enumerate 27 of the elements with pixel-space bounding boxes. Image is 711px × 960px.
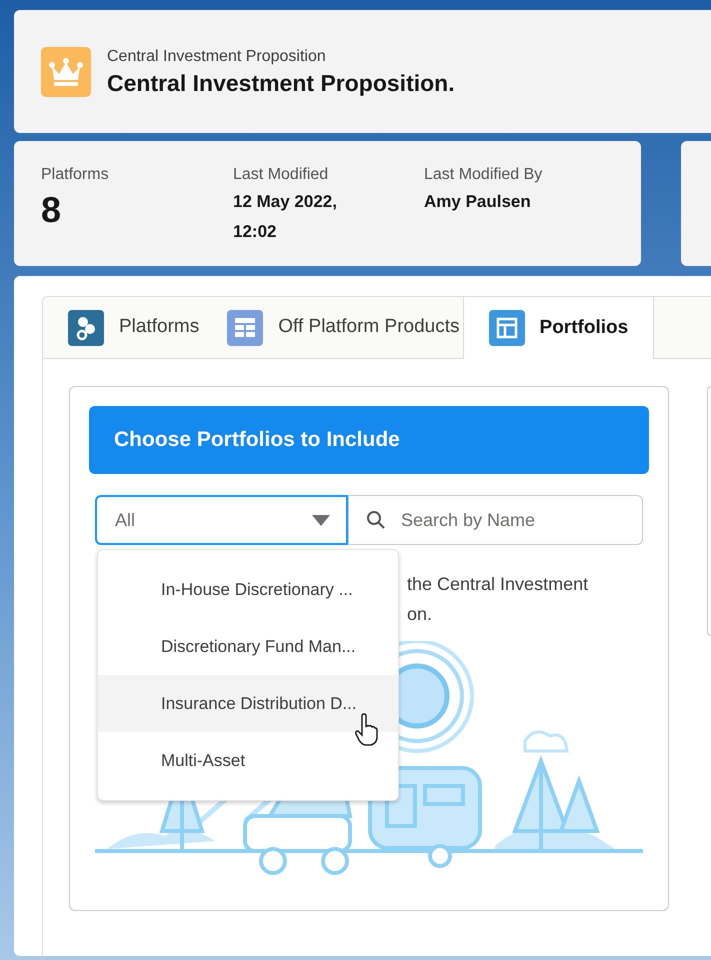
field-value: Amy Paulsen bbox=[424, 191, 532, 213]
hand-cursor-icon bbox=[354, 713, 380, 747]
description-text: the Central Investment bbox=[407, 573, 590, 596]
field-value: 12 May 2022, 12:02 bbox=[233, 191, 338, 243]
search-field[interactable]: Search by Name bbox=[348, 495, 643, 545]
field-value: 8 bbox=[41, 188, 62, 232]
record-type: Central Investment Proposition bbox=[107, 47, 327, 68]
field-label: Platforms bbox=[41, 165, 110, 185]
field-label: Last Modified By bbox=[424, 165, 544, 185]
section-title: Choose Portfolios to Include bbox=[114, 427, 400, 454]
caret-icon bbox=[312, 514, 330, 526]
record-title: Central Investment Proposition. bbox=[107, 69, 455, 98]
menu-item[interactable]: Multi-Asset bbox=[98, 732, 398, 789]
layout-icon bbox=[488, 310, 525, 346]
search-icon bbox=[366, 510, 386, 530]
menu-item[interactable]: Discretionary Fund Man... bbox=[98, 618, 398, 675]
tab[interactable]: Off Platform Products bbox=[202, 297, 463, 358]
filter-select[interactable]: All bbox=[95, 495, 348, 545]
table-icon bbox=[227, 310, 264, 346]
network-icon bbox=[68, 310, 104, 346]
description-text: on. bbox=[407, 603, 434, 626]
field-label: Last Modified bbox=[233, 165, 330, 185]
menu-item[interactable]: In-House Discretionary ... bbox=[98, 561, 398, 618]
tab[interactable]: Platforms bbox=[43, 297, 202, 358]
crown-icon bbox=[41, 46, 91, 96]
menu-item[interactable]: Insurance Distribution D... bbox=[98, 675, 398, 732]
tab[interactable]: Portfolios bbox=[462, 297, 654, 359]
